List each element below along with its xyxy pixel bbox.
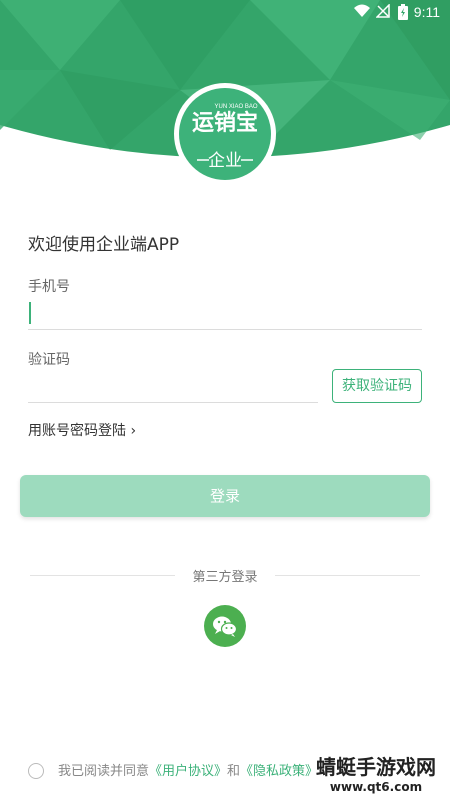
battery-charging-icon	[398, 4, 408, 24]
login-button[interactable]: 登录	[20, 475, 430, 517]
logo-badge-text: 企业	[208, 151, 242, 171]
phone-input-underline	[28, 329, 422, 330]
code-input[interactable]	[28, 370, 318, 402]
watermark-title: 蜻蜓手游戏网	[316, 755, 436, 779]
phone-label: 手机号	[28, 279, 70, 295]
brand-logo: 运销宝 YUN XIAO BAO 企业	[172, 78, 278, 190]
wechat-icon	[213, 616, 238, 637]
agreement-prefix: 我已阅读并同意	[58, 764, 150, 779]
watermark-url: www.qt6.com	[329, 780, 423, 794]
logo-brand-pinyin: YUN XIAO BAO	[214, 104, 257, 110]
welcome-title: 欢迎使用企业端APP	[28, 235, 180, 255]
site-watermark: 蜻蜓手游戏网 www.qt6.com	[306, 751, 446, 794]
agreement-row: 我已阅读并同意《用户协议》和《隐私政策》	[28, 760, 318, 780]
agreement-and: 和	[227, 764, 241, 779]
phone-input[interactable]	[28, 298, 422, 330]
text-cursor	[29, 302, 31, 324]
password-login-link[interactable]: 用账号密码登陆 ›	[28, 420, 136, 440]
password-login-label: 用账号密码登陆	[28, 423, 126, 439]
divider-right	[275, 575, 420, 576]
status-time: 9:11	[413, 4, 440, 20]
logo-brand-text: 运销宝	[192, 110, 258, 135]
user-agreement-link[interactable]: 《用户协议》	[149, 764, 227, 779]
no-signal-icon	[375, 3, 390, 22]
agreement-checkbox[interactable]	[28, 762, 44, 779]
code-label: 验证码	[28, 352, 70, 368]
get-code-button[interactable]: 获取验证码	[332, 369, 422, 403]
wechat-login-button[interactable]	[204, 605, 246, 647]
chevron-right-icon: ›	[130, 423, 137, 439]
code-input-underline	[28, 402, 318, 403]
status-bar: 9:11	[0, 0, 450, 26]
wifi-icon	[354, 4, 370, 22]
